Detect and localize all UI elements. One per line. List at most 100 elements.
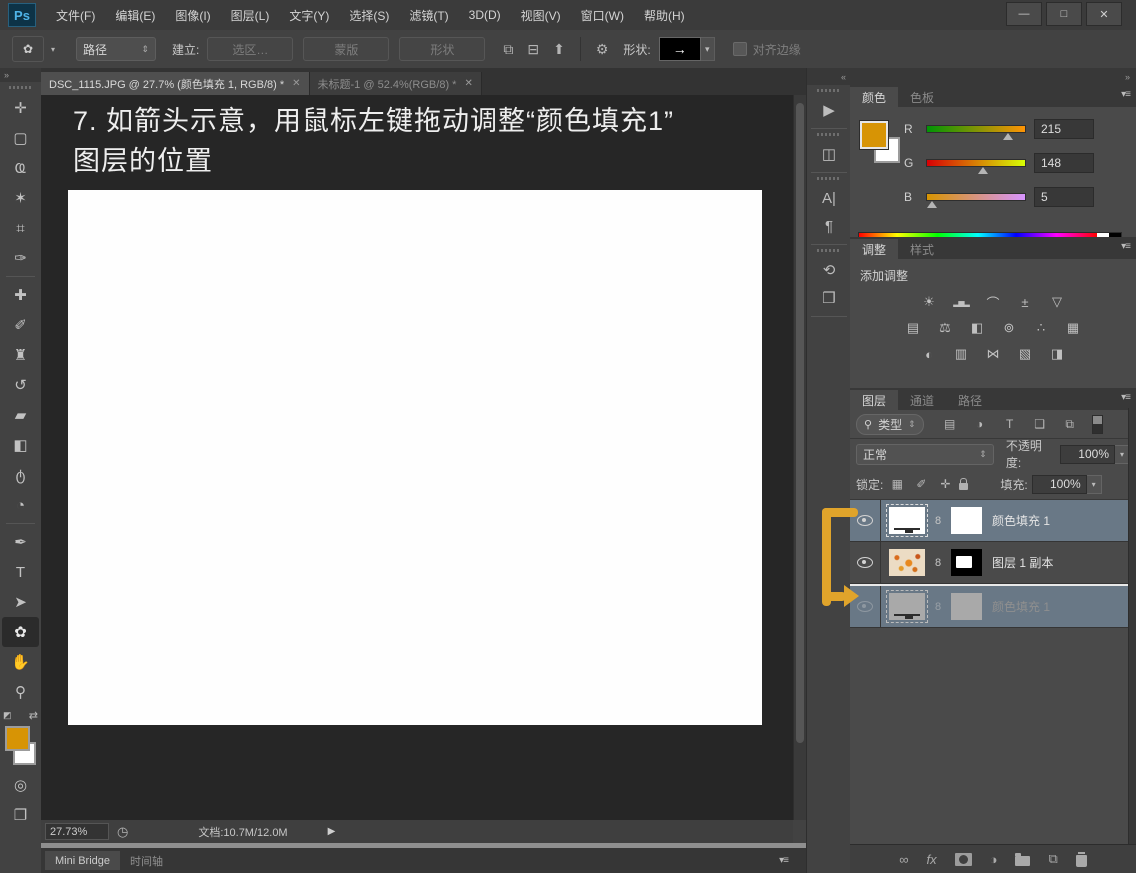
status-play-icon[interactable]: ▶ [328, 826, 336, 837]
opacity-value[interactable]: 100% [1060, 445, 1115, 464]
actions-panel-icon[interactable]: ▶ [807, 96, 851, 124]
invert-icon[interactable]: ◐ [916, 344, 942, 364]
menu-select[interactable]: 选择(S) [339, 7, 399, 24]
filter-smart-objects-icon[interactable]: ⧉ [1058, 415, 1082, 433]
layer-name[interactable]: 颜色填充 1 [992, 598, 1050, 615]
blue-slider[interactable] [926, 193, 1026, 201]
layer-thumbnail[interactable] [889, 593, 925, 620]
zoom-tool[interactable]: ⚲ [0, 677, 41, 707]
pen-tool[interactable]: ✒ [0, 527, 41, 557]
exposure-icon[interactable]: ± [1012, 292, 1038, 312]
menu-view[interactable]: 视图(V) [511, 7, 571, 24]
close-icon[interactable]: ✕ [464, 78, 472, 89]
color-lookup-icon[interactable]: ▦ [1060, 318, 1086, 338]
lock-position-icon[interactable]: ✛ [935, 477, 955, 491]
status-clock-icon[interactable]: ◷ [117, 824, 128, 840]
layer-style-icon[interactable]: fx [927, 852, 937, 867]
layer-name[interactable]: 图层 1 副本 [992, 554, 1053, 571]
dodge-tool[interactable]: ◔ [0, 490, 41, 520]
tab-adjustments[interactable]: 调整 [850, 239, 898, 259]
lock-image-pixels-icon[interactable]: ✐ [911, 477, 931, 491]
fill-field[interactable]: 100% ▾ [1032, 475, 1102, 494]
filter-pixel-layers-icon[interactable]: ▤ [938, 415, 962, 433]
toolbar-expand-icon[interactable]: » [0, 68, 41, 82]
layer-row-layer-1-copy[interactable]: 8 图层 1 副本 [850, 542, 1136, 584]
layer-mask-thumbnail[interactable] [951, 507, 982, 534]
blue-slider-thumb[interactable] [927, 201, 937, 208]
red-slider-thumb[interactable] [1003, 133, 1013, 140]
mask-link-icon[interactable]: 8 [933, 515, 943, 527]
dock-grip[interactable] [817, 177, 841, 180]
dock-grip[interactable] [817, 249, 841, 252]
healing-brush-tool[interactable]: ✚ [0, 280, 41, 310]
move-tool[interactable]: ✛ [0, 93, 41, 123]
vibrance-icon[interactable]: ▽ [1044, 292, 1070, 312]
clone-stamp-tool[interactable]: ♜ [0, 340, 41, 370]
add-layer-mask-icon[interactable] [955, 853, 972, 866]
path-selection-tool[interactable]: ➤ [0, 587, 41, 617]
vertical-scrollbar[interactable] [793, 95, 807, 820]
lock-transparent-pixels-icon[interactable]: ▦ [887, 477, 907, 491]
shape-preview[interactable]: → [659, 37, 701, 61]
document-tab-active[interactable]: DSC_1115.JPG @ 27.7% (颜色填充 1, RGB/8) * ✕ [41, 72, 310, 95]
mask-link-icon[interactable]: 8 [933, 557, 943, 569]
path-arrangement-icon[interactable]: ⬆ [553, 41, 565, 58]
toolbar-grip[interactable] [9, 86, 33, 89]
menu-edit[interactable]: 编辑(E) [105, 7, 165, 24]
hand-tool[interactable]: ✋ [0, 647, 41, 677]
path-operations-icon[interactable]: ⧉ [503, 41, 513, 58]
green-slider[interactable] [926, 159, 1026, 167]
layer-mask-thumbnail[interactable] [951, 593, 982, 620]
3d-panel-icon[interactable]: ❒ [807, 284, 851, 312]
custom-shape-tool[interactable]: ✿ [2, 617, 39, 647]
posterize-icon[interactable]: ▥ [948, 344, 974, 364]
green-value-field[interactable]: 148 [1034, 153, 1094, 173]
vertical-scrollbar-thumb[interactable] [796, 103, 804, 743]
gradient-tool[interactable]: ◧ [0, 430, 41, 460]
minimize-button[interactable]: — [1006, 2, 1042, 26]
menu-filter[interactable]: 滤镜(T) [399, 7, 458, 24]
timeline-tab[interactable]: 时间轴 [120, 851, 173, 870]
tab-styles[interactable]: 样式 [898, 239, 946, 259]
visibility-toggle[interactable] [850, 586, 881, 627]
delete-layer-icon[interactable] [1076, 855, 1087, 867]
gradient-map-icon[interactable]: ▧ [1012, 344, 1038, 364]
magic-wand-tool[interactable]: ✶ [0, 183, 41, 213]
black-white-icon[interactable]: ◧ [964, 318, 990, 338]
channel-mixer-icon[interactable]: ∴ [1028, 318, 1054, 338]
selective-color-icon[interactable]: ◨ [1044, 344, 1070, 364]
menu-help[interactable]: 帮助(H) [634, 7, 695, 24]
swap-colors-icon[interactable]: ⇄ [29, 709, 38, 722]
layer-filter-toggle[interactable] [1092, 415, 1103, 434]
tab-channels[interactable]: 通道 [898, 390, 946, 410]
new-layer-icon[interactable]: ⧉ [1048, 851, 1057, 867]
tab-color[interactable]: 颜色 [850, 87, 898, 107]
marquee-tool[interactable]: ▢ [0, 123, 41, 153]
filter-type-layers-icon[interactable]: T [998, 415, 1022, 433]
close-button[interactable]: ✕ [1086, 2, 1122, 26]
panel-menu-icon[interactable]: ▾≡ [1121, 241, 1130, 252]
close-icon[interactable]: ✕ [292, 78, 300, 89]
threshold-icon[interactable]: ⋈ [980, 344, 1006, 364]
menu-layer[interactable]: 图层(L) [221, 7, 280, 24]
paragraph-panel-icon[interactable]: ¶ [807, 212, 851, 240]
dock-expand-icon[interactable]: » [850, 68, 1136, 85]
red-value-field[interactable]: 215 [1034, 119, 1094, 139]
opacity-field[interactable]: 100% ▾ [1060, 445, 1130, 464]
tool-mode-select[interactable]: 路径 ⇕ [76, 37, 156, 61]
filter-shape-layers-icon[interactable]: ❑ [1028, 415, 1052, 433]
dock-grip[interactable] [817, 89, 841, 92]
maximize-button[interactable]: □ [1046, 2, 1082, 26]
canvas-area[interactable]: 7. 如箭头示意，用鼠标左键拖动调整“颜色填充1” 图层的位置 [41, 95, 793, 820]
link-layers-icon[interactable]: ∞ [899, 852, 908, 867]
make-mask-button[interactable]: 蒙版 [303, 37, 389, 61]
tool-preset-dropdown-icon[interactable]: ▾ [51, 45, 55, 54]
current-tool-icon[interactable]: ✿ [12, 36, 44, 62]
panel-menu-icon[interactable]: ▾≡ [1121, 89, 1130, 100]
shape-dropdown-icon[interactable]: ▾ [701, 37, 715, 61]
layer-thumbnail[interactable] [889, 507, 925, 534]
panel-menu-icon[interactable]: ▾≡ [1121, 392, 1130, 403]
brightness-contrast-icon[interactable]: ☀ [916, 292, 942, 312]
photo-filter-icon[interactable]: ⊚ [996, 318, 1022, 338]
tab-layers[interactable]: 图层 [850, 390, 898, 410]
